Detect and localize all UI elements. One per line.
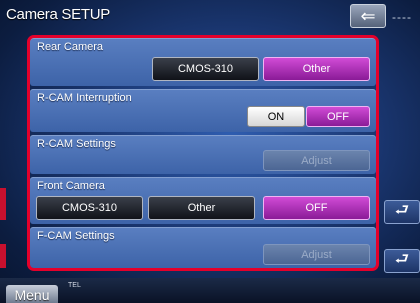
tel-indicator: TEL: [68, 282, 81, 289]
menu-button[interactable]: Menu: [6, 285, 58, 303]
back-arrow-icon: ⇐: [360, 5, 376, 26]
left-edge-indicator: [0, 188, 6, 220]
left-edge-indicator: [0, 244, 6, 268]
highlight-frame: [27, 35, 379, 271]
status-text: ----: [392, 10, 412, 24]
return-arrow-icon: ⮐: [394, 250, 410, 268]
bottom-bar: [0, 278, 420, 303]
return-arrow-icon: ⮐: [394, 201, 410, 219]
side-return-button[interactable]: ⮐: [384, 200, 420, 224]
page-title: Camera SETUP: [6, 6, 110, 23]
back-button[interactable]: ⇐: [350, 4, 386, 28]
side-return-button[interactable]: ⮐: [384, 249, 420, 273]
